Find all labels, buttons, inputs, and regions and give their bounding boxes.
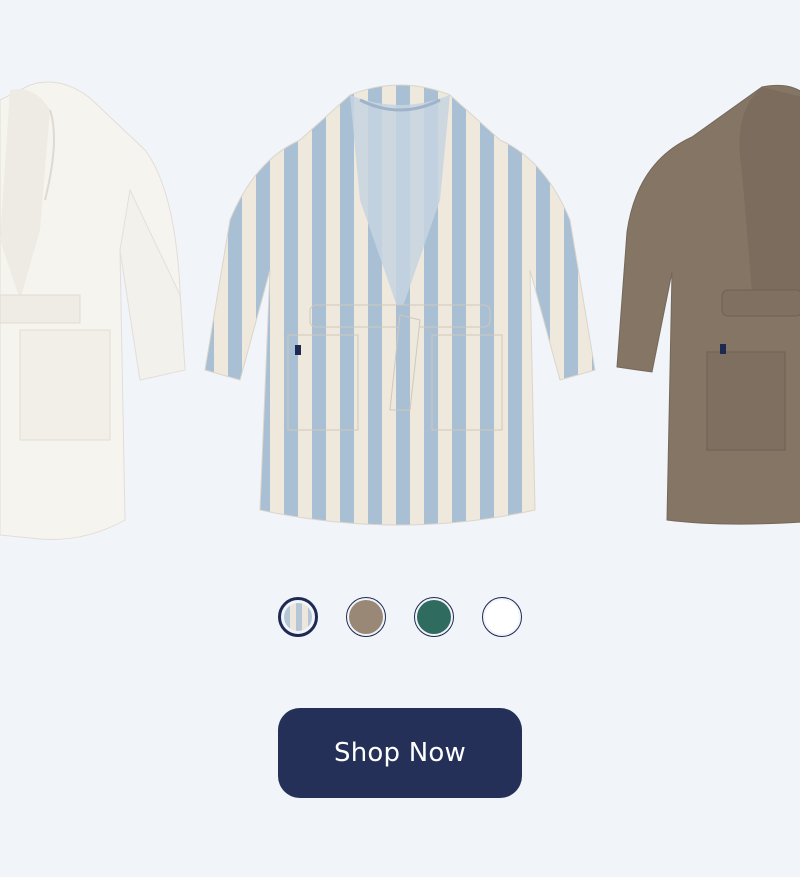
- robe-image-taupe[interactable]: [612, 82, 800, 532]
- swatch-taupe-fill: [349, 600, 383, 634]
- swatch-green[interactable]: [414, 597, 454, 637]
- robe-image-striped[interactable]: [200, 80, 600, 540]
- color-swatch-list: [0, 597, 800, 637]
- shop-now-button[interactable]: Shop Now: [278, 708, 522, 798]
- robe-image-white[interactable]: [0, 80, 190, 550]
- swatch-striped-fill: [284, 603, 312, 631]
- product-gallery: [0, 0, 800, 560]
- swatch-white-fill: [485, 600, 519, 634]
- swatch-white[interactable]: [482, 597, 522, 637]
- swatch-striped[interactable]: [278, 597, 318, 637]
- swatch-taupe[interactable]: [346, 597, 386, 637]
- swatch-green-fill: [417, 600, 451, 634]
